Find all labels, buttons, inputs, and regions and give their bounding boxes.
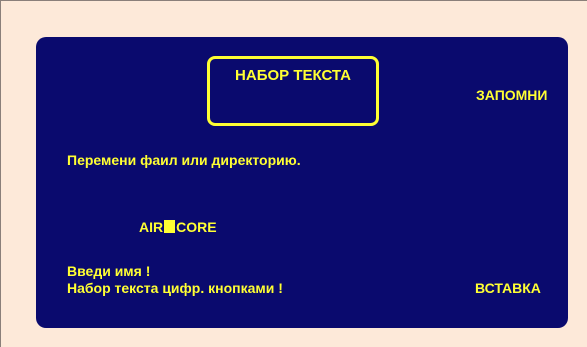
softkey-insert[interactable]: ВСТАВКА	[475, 280, 541, 297]
screen-title: НАБОР ТЕКСТА	[235, 67, 351, 84]
page-frame: НАБОР ТЕКСТА ЗАПОМНИ Перемени фаил или д…	[0, 0, 587, 347]
prompt-enter-name: Введи имя !	[67, 263, 151, 279]
text-cursor	[164, 220, 176, 233]
title-box: НАБОР ТЕКСТА	[207, 56, 379, 126]
softkey-save[interactable]: ЗАПОМНИ	[476, 87, 547, 104]
input-text-after-cursor: CORE	[176, 219, 217, 235]
input-text-before-cursor: AIR	[139, 219, 164, 235]
instruction-text: Перемени фаил или директорию.	[67, 152, 301, 168]
device-screen: НАБОР ТЕКСТА ЗАПОМНИ Перемени фаил или д…	[36, 37, 568, 328]
name-input[interactable]: AIR CORE	[139, 219, 217, 236]
prompt-digit-keys: Набор текста цифр. кнопками !	[67, 280, 283, 296]
